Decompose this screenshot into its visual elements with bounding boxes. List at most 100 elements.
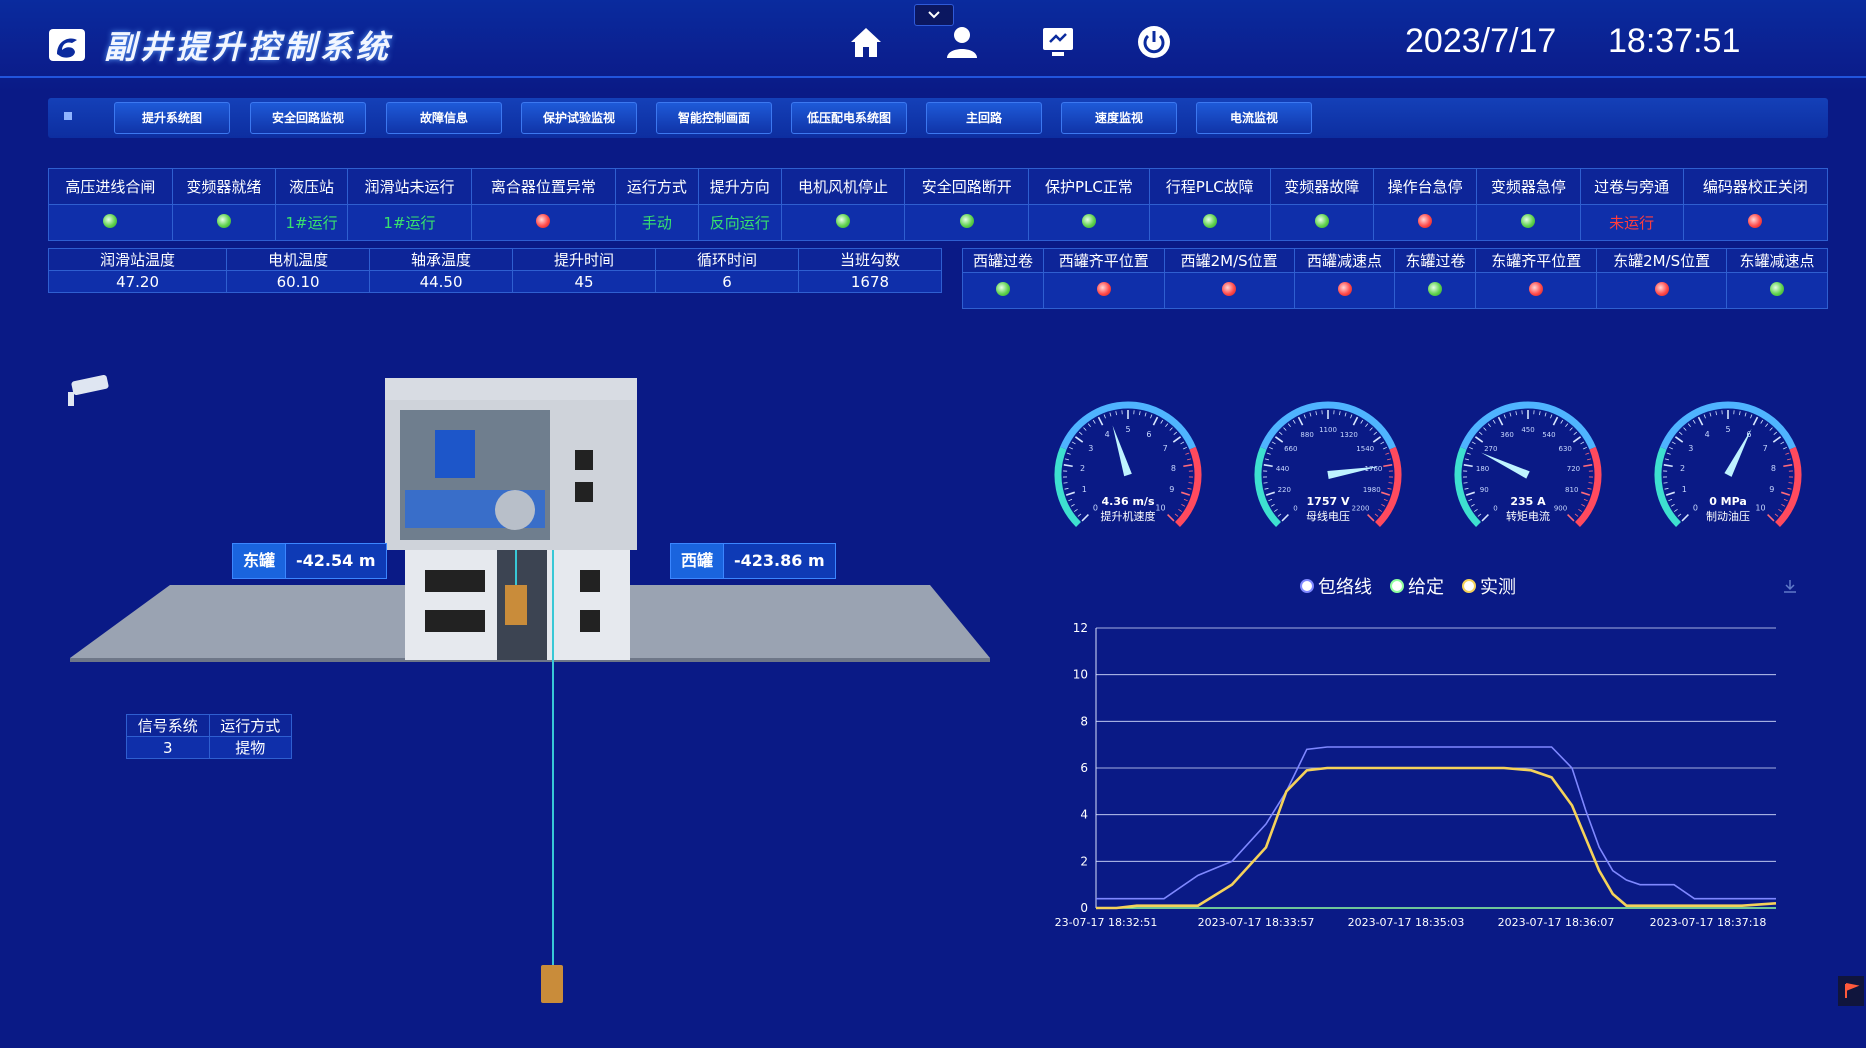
gauge-tick-label: 720 <box>1567 465 1580 473</box>
gauge-tick <box>1297 416 1304 426</box>
status-indicator-green <box>1081 213 1096 228</box>
power-icon[interactable] <box>1134 22 1174 62</box>
status-header-cell: 电机风机停止 <box>780 168 906 205</box>
gauge-tick <box>1269 446 1273 450</box>
metrics-table: 润滑站温度 电机温度 轴承温度 提升时间 循环时间 当班勾数 47.20 60.10 44.5… <box>47 248 943 293</box>
gauge-tick <box>1265 491 1275 496</box>
gauge-tick <box>1373 431 1378 435</box>
gauge-tick <box>1263 482 1268 484</box>
gauge-tick <box>1478 431 1483 435</box>
gauge-tick <box>1186 458 1192 461</box>
gauge-tick <box>1669 446 1673 450</box>
gauge-tick <box>1065 491 1075 496</box>
gauge-tick <box>1266 452 1271 455</box>
gauge-tick <box>1674 436 1684 443</box>
status-header-cell: 润滑站未运行 <box>347 168 472 205</box>
gauge-tick <box>1752 416 1759 426</box>
gauge-tick-label: 1 <box>1082 485 1087 494</box>
west-cage-value: -423.86 m <box>724 544 835 578</box>
status-value-cell: 手动 <box>614 204 699 241</box>
metric-value-cell: 1678 <box>797 270 943 293</box>
gauge-tick <box>1180 441 1185 445</box>
side-flag[interactable] <box>1838 976 1864 1006</box>
signal-table: 信号系统 运行方式 3 提物 <box>126 714 292 759</box>
gauge-tick <box>1767 514 1775 522</box>
gauge-tick <box>1580 441 1585 445</box>
gauge-tick <box>1372 436 1382 443</box>
gauge-tick <box>1574 513 1579 517</box>
gauge-tick-label: 440 <box>1276 465 1289 473</box>
y-tick-label: 8 <box>1080 714 1088 728</box>
status-indicator-green <box>959 213 974 228</box>
gauge-tick <box>1578 508 1582 512</box>
gauge-tick <box>1173 431 1178 435</box>
positions-table: 西罐过卷 西罐齐平位置 西罐2M/S位置 西罐减速点 东罐过卷 东罐齐平位置 东罐2M/S位… <box>962 248 1828 309</box>
x-tick-label: 2023-07-17 18:35:03 <box>1348 916 1465 929</box>
gauge-tick-label: 1100 <box>1319 426 1337 434</box>
gauge-tick <box>1487 423 1491 428</box>
monitor-icon[interactable] <box>1038 22 1078 62</box>
nav-item[interactable]: 提升系统图 <box>114 102 230 134</box>
gauge-tick <box>1160 419 1164 424</box>
nav-item[interactable]: 主回路 <box>926 102 1042 134</box>
status-value-cell <box>1476 204 1581 241</box>
gauge-tick-label: 8 <box>1171 464 1176 473</box>
metric-header-cell: 提升时间 <box>512 248 657 271</box>
user-icon[interactable] <box>942 22 982 62</box>
nav-item[interactable]: 安全回路监视 <box>250 102 366 134</box>
gauge-tick <box>1744 412 1747 417</box>
gauge-tick <box>1381 491 1391 496</box>
signal-value: 3 <box>126 736 210 759</box>
gauge: 0220440660880110013201540176019802200175… <box>1254 401 1402 527</box>
gauge-tick <box>1071 441 1076 445</box>
gauge-tick <box>1303 414 1306 419</box>
position-indicator-green <box>995 281 1010 296</box>
gauge-tick <box>1388 482 1393 484</box>
gauge-tick <box>1583 464 1593 468</box>
gauge-tick-label: 810 <box>1565 486 1578 494</box>
gauge-tick <box>1309 412 1312 417</box>
gauge-tick <box>1464 487 1469 490</box>
position-value-cell <box>1042 272 1165 309</box>
gauge-tick-label: 9 <box>1769 485 1774 494</box>
status-header-cell: 高压进线合闸 <box>48 168 173 205</box>
gauge-tick <box>1769 427 1773 431</box>
gauge-tick-label: 180 <box>1476 465 1489 473</box>
gauge-tick <box>1181 491 1191 496</box>
gauge-tick-label: 660 <box>1284 445 1297 453</box>
gauge-tick <box>1344 412 1347 417</box>
nav-item[interactable]: 低压配电系统图 <box>791 102 907 134</box>
gauge-tick-label: 0 <box>1693 504 1698 513</box>
gauge-tick <box>1063 482 1068 484</box>
nav-item[interactable]: 速度监视 <box>1061 102 1177 134</box>
nav-item[interactable]: 保护试验监视 <box>521 102 637 134</box>
gauge-tick <box>1765 423 1769 428</box>
status-value-cell <box>1682 204 1829 241</box>
gauge-tick <box>1339 411 1341 416</box>
gauge-tick <box>1278 431 1283 435</box>
gauge-tick <box>1470 504 1475 507</box>
position-indicator-red <box>1222 281 1237 296</box>
status-header-row: 高压进线合闸 变频器就绪 液压站 润滑站未运行 离合器位置异常 运行方式 提升方向 电机风机停… <box>48 168 1829 205</box>
east-cage-tag: 东罐 -42.54 m <box>232 543 387 579</box>
gauge-tick <box>1183 464 1193 468</box>
gauge-tick <box>1144 412 1147 417</box>
gauge-tick <box>1560 419 1564 424</box>
nav-item[interactable]: 电流监视 <box>1196 102 1312 134</box>
gauge-tick <box>1663 482 1668 484</box>
gauge-tick-label: 1 <box>1682 485 1687 494</box>
nav-item[interactable]: 故障信息 <box>386 102 502 134</box>
time-display: 18:37:51 <box>1608 22 1741 60</box>
mode-value: 提物 <box>208 736 292 759</box>
home-icon[interactable] <box>846 22 886 62</box>
nav-item[interactable]: 智能控制画面 <box>656 102 772 134</box>
gauge-tick <box>1383 446 1387 450</box>
status-value-cell <box>1269 204 1374 241</box>
gauge-tick <box>1185 452 1190 455</box>
status-value-cell <box>1028 204 1150 241</box>
gauge-tick <box>1787 487 1792 490</box>
y-tick-label: 2 <box>1080 854 1088 868</box>
gauge-tick <box>1585 452 1590 455</box>
gauge-tick <box>1573 431 1578 435</box>
gauge-tick <box>1681 514 1689 522</box>
